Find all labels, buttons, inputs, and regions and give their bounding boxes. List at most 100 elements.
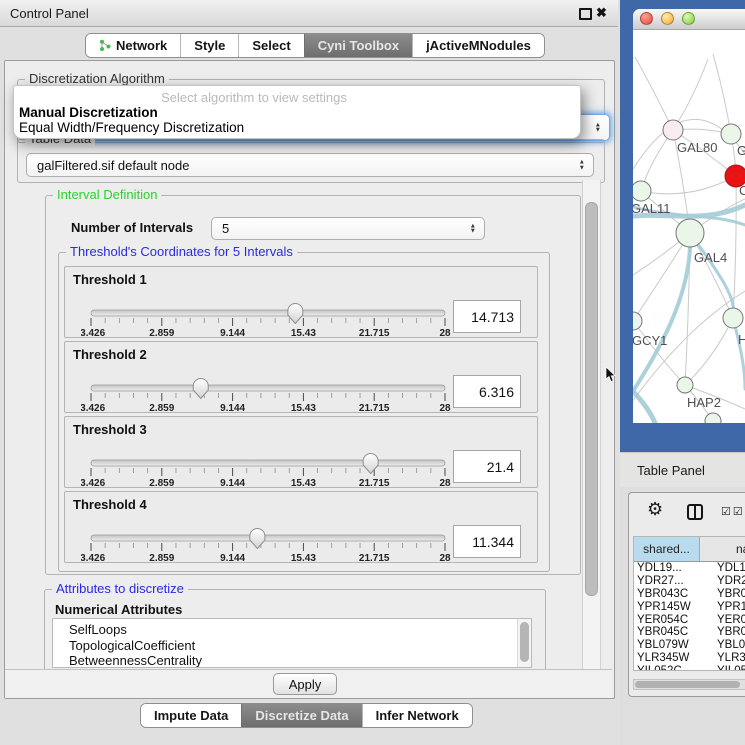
tab-network[interactable]: Network [86, 34, 180, 57]
list-item[interactable]: BetweennessCentrality [53, 653, 531, 668]
list-scrollbar-thumb[interactable] [520, 622, 529, 662]
cell-name: YDR27 [700, 575, 745, 588]
popup-placeholder-item[interactable]: Select algorithm to view settings [14, 90, 494, 105]
close-icon[interactable]: ✖ [596, 5, 607, 21]
svg-text:28: 28 [439, 553, 451, 564]
slider-thumb[interactable] [193, 379, 208, 399]
panel-title: Control Panel [10, 6, 89, 21]
network-node[interactable] [663, 120, 683, 140]
minimize-traffic-light-icon[interactable] [661, 12, 674, 25]
threshold-slider[interactable]: -3.4262.8599.14415.4321.71528 [81, 528, 455, 566]
mouse-cursor [605, 367, 617, 383]
number-of-intervals-combobox[interactable]: 5 ▲ ▼ [211, 217, 485, 240]
slider-thumb[interactable] [250, 529, 265, 549]
network-node[interactable] [721, 124, 741, 144]
cell-shared-name: YDR27... [634, 575, 700, 588]
close-traffic-light-icon[interactable] [640, 12, 653, 25]
algorithm-dropdown-popup: Select algorithm to view settings Manual… [13, 85, 581, 139]
combo-spinner-icon: ▲ ▼ [579, 160, 585, 171]
threshold-slider[interactable]: -3.4262.8599.14415.4321.71528 [81, 453, 455, 491]
list-scrollbar[interactable] [517, 619, 531, 667]
node-label: GCY1 [633, 333, 667, 348]
tab-label: Select [252, 38, 290, 53]
popup-item-manual-discretization[interactable]: Manual Discretization [19, 105, 158, 120]
table-row[interactable]: YBL079WYBL079W [634, 639, 745, 652]
mode-tab-discretize-data[interactable]: Discretize Data [241, 704, 361, 727]
tab-cyni-toolbox[interactable]: Cyni Toolbox [304, 34, 412, 57]
tab-style[interactable]: Style [180, 34, 238, 57]
network-node[interactable] [677, 377, 693, 393]
slider-thumb[interactable] [363, 454, 378, 474]
popup-item-equal-width-frequency[interactable]: Equal Width/Frequency Discretization [19, 120, 244, 135]
threshold-value-field[interactable]: 11.344 [453, 525, 521, 558]
table-data-combobox[interactable]: galFiltered.sif default node ▲ ▼ [26, 153, 594, 177]
list-item[interactable]: SelfLoops [53, 619, 531, 638]
table-row[interactable]: YBR045CYBR045C [634, 626, 745, 639]
svg-text:21.715: 21.715 [359, 478, 390, 489]
threshold-value-field[interactable]: 14.713 [453, 300, 521, 333]
table-row[interactable]: YER054CYER054C [634, 614, 745, 627]
network-node[interactable] [723, 308, 743, 328]
column-header-name[interactable]: na... [700, 537, 745, 561]
svg-text:15.43: 15.43 [291, 478, 316, 489]
network-node[interactable] [633, 312, 642, 330]
threshold-value-field[interactable]: 6.316 [453, 375, 521, 408]
threshold-value-field[interactable]: 21.4 [453, 450, 521, 483]
network-node[interactable] [676, 219, 704, 247]
table-hscrollbar-thumb[interactable] [635, 681, 740, 688]
network-window-titlebar[interactable] [633, 9, 745, 30]
mode-tab-impute-data[interactable]: Impute Data [141, 704, 241, 727]
node-label: GA [737, 143, 745, 158]
select-columns-checkbox-icons[interactable]: ☑☑ [721, 505, 745, 518]
network-canvas[interactable]: GAL80GACGAL11GAL4GCY1HHAP2 [633, 29, 745, 423]
float-window-icon[interactable] [579, 8, 592, 20]
numerical-attributes-list[interactable]: SelfLoopsTopologicalCoefficientBetweenne… [52, 618, 532, 668]
network-view-frame: GAL80GACGAL11GAL4GCY1HHAP2 [620, 0, 745, 452]
network-node[interactable] [633, 181, 651, 201]
table-row[interactable]: YLR345WYLR345W [634, 652, 745, 665]
threshold-label: Threshold 2 [73, 347, 147, 362]
zoom-traffic-light-icon[interactable] [682, 12, 695, 25]
svg-text:2.859: 2.859 [149, 553, 174, 564]
combo-spinner-icon: ▲ ▼ [470, 223, 476, 234]
mode-tab-infer-network[interactable]: Infer Network [362, 704, 472, 727]
threshold-slider[interactable]: -3.4262.8599.14415.4321.71528 [81, 378, 455, 416]
split-columns-icon[interactable] [687, 504, 703, 520]
table-row[interactable]: YDL19...YDL19 [634, 562, 745, 575]
threshold-label: Threshold 1 [73, 272, 147, 287]
network-window[interactable]: GAL80GACGAL11GAL4GCY1HHAP2 [633, 9, 745, 423]
svg-text:9.144: 9.144 [220, 478, 245, 489]
tab-jactivemnodules[interactable]: jActiveMNodules [412, 34, 544, 57]
svg-text:9.144: 9.144 [220, 328, 245, 339]
table-row[interactable]: YPR145WYPR145W [634, 601, 745, 614]
network-node[interactable] [705, 413, 721, 423]
node-label: GAL80 [677, 140, 717, 155]
table-row[interactable]: YIL052CYIL052C [634, 665, 745, 671]
threshold-slider[interactable]: -3.4262.8599.14415.4321.71528 [81, 303, 455, 341]
cyni-mode-tabstrip: Impute Data Discretize Data Infer Network [140, 703, 473, 728]
mode-tab-label: Discretize Data [255, 708, 348, 723]
gear-icon[interactable]: ⚙ [647, 499, 663, 520]
node-attribute-table[interactable]: shared...na...YDL19...YDL19YDR27...YDR27… [633, 536, 745, 671]
node-label: GAL4 [694, 250, 727, 265]
table-data-group: Table Data galFiltered.sif default node … [17, 139, 605, 183]
table-row[interactable]: YDR27...YDR27 [634, 575, 745, 588]
app-root: Control Panel ✖ NetworkStyle Select Cyni T… [0, 0, 745, 745]
mode-tab-label: Impute Data [154, 708, 228, 723]
panel-scrollbar-thumb[interactable] [585, 202, 598, 596]
list-item[interactable]: TopologicalCoefficient [53, 638, 531, 654]
svg-text:2.859: 2.859 [149, 328, 174, 339]
table-row[interactable]: YBR043CYBR043C [634, 588, 745, 601]
tab-select[interactable]: Select [238, 34, 303, 57]
table-hscrollbar[interactable] [633, 679, 745, 690]
apply-button[interactable]: Apply [273, 673, 337, 695]
slider-thumb[interactable] [288, 304, 303, 324]
spinner-down-icon: ▼ [579, 165, 585, 171]
cell-name: YDL19 [700, 562, 745, 575]
svg-text:-3.426: -3.426 [81, 478, 106, 489]
node-label: H [738, 332, 745, 347]
interval-definition-title: Interval Definition [53, 188, 161, 202]
threshold-row: Threshold 3-3.4262.8599.14415.4321.71528… [64, 416, 538, 488]
panel-scrollbar[interactable] [582, 180, 601, 669]
column-header-shared-name[interactable]: shared... [634, 537, 700, 561]
